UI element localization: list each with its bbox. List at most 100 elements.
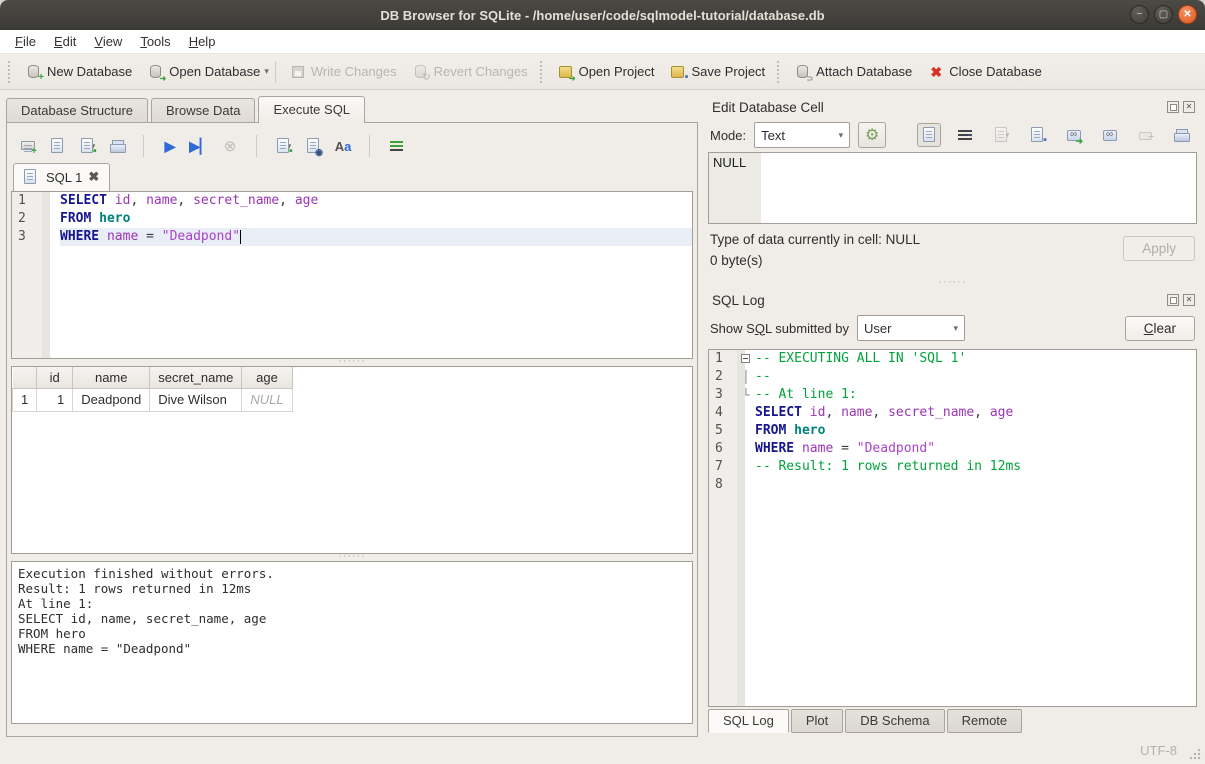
print-cell-icon[interactable] bbox=[1169, 123, 1193, 147]
stop-icon: ⊗ bbox=[220, 136, 240, 156]
cell-editor[interactable]: NULL bbox=[708, 152, 1197, 224]
tab-execute-sql[interactable]: Execute SQL bbox=[258, 96, 365, 123]
close-panel-icon[interactable]: ✕ bbox=[1183, 294, 1195, 306]
sql-toolbar: + ▪▾ ▶ ▶▏ ⊗ ▪▾ ◉ Aa bbox=[11, 131, 693, 161]
window-title: DB Browser for SQLite - /home/user/code/… bbox=[0, 8, 1205, 23]
resize-grip[interactable] bbox=[1189, 748, 1201, 760]
float-panel-icon[interactable] bbox=[1167, 294, 1179, 306]
sql-log-view[interactable]: 1-- EXECUTING ALL IN 'SQL 1'2│--3└-- At … bbox=[708, 349, 1197, 707]
main-toolbar: + New Database ➜ Open Database ▾ Write C… bbox=[0, 54, 1205, 90]
cell-age[interactable]: NULL bbox=[242, 388, 292, 411]
column-header-id[interactable]: id bbox=[37, 367, 73, 388]
sql-log-panel-header: SQL Log ✕ bbox=[708, 287, 1197, 311]
filter-label: Show SQL submitted by bbox=[710, 321, 849, 336]
tab-database-structure[interactable]: Database Structure bbox=[6, 98, 148, 123]
import-cell-icon[interactable]: ▪ bbox=[1025, 123, 1049, 147]
menu-view[interactable]: View bbox=[85, 32, 131, 51]
toolbar-separator bbox=[275, 61, 276, 83]
save-project-icon: ▪ bbox=[670, 64, 686, 80]
print-icon[interactable] bbox=[107, 136, 127, 156]
dock-tab-sql-log[interactable]: SQL Log bbox=[708, 709, 789, 733]
cell-id[interactable]: 1 bbox=[37, 388, 73, 411]
results-message-splitter[interactable] bbox=[11, 554, 693, 561]
dock-tab-bar: SQL Log Plot DB Schema Remote bbox=[708, 707, 1197, 737]
results-grid: id name secret_name age 1 1 Deadpond Div… bbox=[11, 366, 693, 554]
write-changes-icon bbox=[290, 64, 306, 80]
toolbar-drag-handle[interactable] bbox=[8, 61, 14, 83]
word-wrap-icon[interactable] bbox=[953, 123, 977, 147]
dock-tab-db-schema[interactable]: DB Schema bbox=[845, 709, 944, 733]
apply-format-button[interactable]: ⚙ bbox=[858, 122, 886, 148]
execution-message: Execution finished without errors. Resul… bbox=[11, 561, 693, 724]
dock-tab-plot[interactable]: Plot bbox=[791, 709, 843, 733]
cell-secret-name[interactable]: Dive Wilson bbox=[150, 388, 242, 411]
find-icon[interactable]: ◉ bbox=[303, 136, 323, 156]
sql-log-panel-title: SQL Log bbox=[712, 293, 1163, 308]
save-project-button[interactable]: ▪ Save Project bbox=[662, 60, 773, 84]
format-sql-icon[interactable] bbox=[386, 136, 406, 156]
execute-current-line-icon[interactable]: ▶▏ bbox=[190, 136, 210, 156]
open-database-button[interactable]: ➜ Open Database bbox=[140, 60, 268, 84]
mode-label: Mode: bbox=[710, 128, 746, 143]
column-header-age[interactable]: age bbox=[242, 367, 292, 388]
encoding-indicator[interactable]: UTF-8 bbox=[1140, 743, 1177, 758]
cell-log-splitter[interactable] bbox=[708, 280, 1197, 287]
menu-file[interactable]: File bbox=[6, 32, 45, 51]
editor-results-splitter[interactable] bbox=[11, 359, 693, 366]
export-cell-icon[interactable]: ➜ bbox=[1061, 123, 1085, 147]
tab-browse-data[interactable]: Browse Data bbox=[151, 98, 255, 123]
sql-editor[interactable]: 1SELECT id, name, secret_name, age2FROM … bbox=[11, 191, 693, 359]
close-panel-icon[interactable]: ✕ bbox=[1183, 101, 1195, 113]
mode-select[interactable]: Text ▾ bbox=[754, 122, 850, 148]
execute-sql-panel: + ▪▾ ▶ ▶▏ ⊗ ▪▾ ◉ Aa bbox=[6, 122, 698, 737]
close-database-icon: ✖ bbox=[928, 64, 944, 80]
revert-changes-button: ↻ Revert Changes bbox=[405, 60, 536, 84]
attach-database-button[interactable]: ⊃ Attach Database bbox=[787, 60, 920, 84]
clear-button[interactable]: Clear bbox=[1125, 316, 1195, 341]
left-pane: Database Structure Browse Data Execute S… bbox=[0, 90, 700, 737]
export-results-icon[interactable]: ▪▾ bbox=[273, 136, 293, 156]
float-panel-icon[interactable] bbox=[1167, 101, 1179, 113]
menu-tools[interactable]: Tools bbox=[131, 32, 179, 51]
minimize-button[interactable]: − bbox=[1130, 5, 1149, 24]
save-cell-icon: ▾ bbox=[989, 123, 1013, 147]
cell-info: Type of data currently in cell: NULL 0 b… bbox=[708, 224, 1197, 280]
write-changes-button: Write Changes bbox=[282, 60, 405, 84]
sql-doc-tab-label: SQL 1 bbox=[46, 170, 82, 185]
dock-tab-remote[interactable]: Remote bbox=[947, 709, 1023, 733]
column-header-name[interactable]: name bbox=[73, 367, 150, 388]
toolbar-drag-handle[interactable] bbox=[540, 61, 546, 83]
sql-doc-tab[interactable]: SQL 1 ✖ bbox=[13, 163, 110, 191]
submitted-by-select[interactable]: User ▾ bbox=[857, 315, 965, 341]
sql-tab-close-icon[interactable]: ✖ bbox=[88, 169, 99, 185]
app-window: DB Browser for SQLite - /home/user/code/… bbox=[0, 0, 1205, 764]
open-url-icon[interactable] bbox=[1097, 123, 1121, 147]
new-database-button[interactable]: + New Database bbox=[18, 60, 140, 84]
results-header-row: id name secret_name age bbox=[13, 367, 293, 388]
menu-help[interactable]: Help bbox=[180, 32, 225, 51]
gear-icon: ⚙ bbox=[865, 125, 879, 145]
new-database-icon: + bbox=[26, 64, 42, 80]
execute-all-icon[interactable]: ▶ bbox=[160, 136, 180, 156]
toolbar-drag-handle[interactable] bbox=[777, 61, 783, 83]
apply-button: Apply bbox=[1123, 236, 1195, 261]
column-header-secret-name[interactable]: secret_name bbox=[150, 367, 242, 388]
edit-cell-toolbar: Mode: Text ▾ ⚙ ▾ ▪ ➜ bbox=[708, 118, 1197, 152]
open-sql-file-icon[interactable] bbox=[47, 136, 67, 156]
new-sql-tab-icon[interactable]: + bbox=[17, 136, 37, 156]
close-button[interactable]: ✕ bbox=[1178, 5, 1197, 24]
open-database-dropdown-icon[interactable]: ▾ bbox=[264, 66, 269, 77]
maximize-button[interactable]: ▢ bbox=[1154, 5, 1173, 24]
menu-edit[interactable]: Edit bbox=[45, 32, 85, 51]
text-mode-icon[interactable] bbox=[917, 123, 941, 147]
maximize-icon: ▢ bbox=[1159, 9, 1168, 20]
row-header[interactable]: 1 bbox=[13, 388, 37, 411]
minimize-icon: − bbox=[1137, 9, 1143, 20]
chevron-down-icon: ▾ bbox=[953, 323, 958, 334]
save-sql-file-icon[interactable]: ▪▾ bbox=[77, 136, 97, 156]
autocomplete-icon[interactable]: Aa bbox=[333, 136, 353, 156]
cell-name[interactable]: Deadpond bbox=[73, 388, 150, 411]
close-database-button[interactable]: ✖ Close Database bbox=[920, 60, 1050, 84]
open-project-button[interactable]: ➜ Open Project bbox=[550, 60, 663, 84]
sql-file-icon bbox=[24, 169, 40, 185]
